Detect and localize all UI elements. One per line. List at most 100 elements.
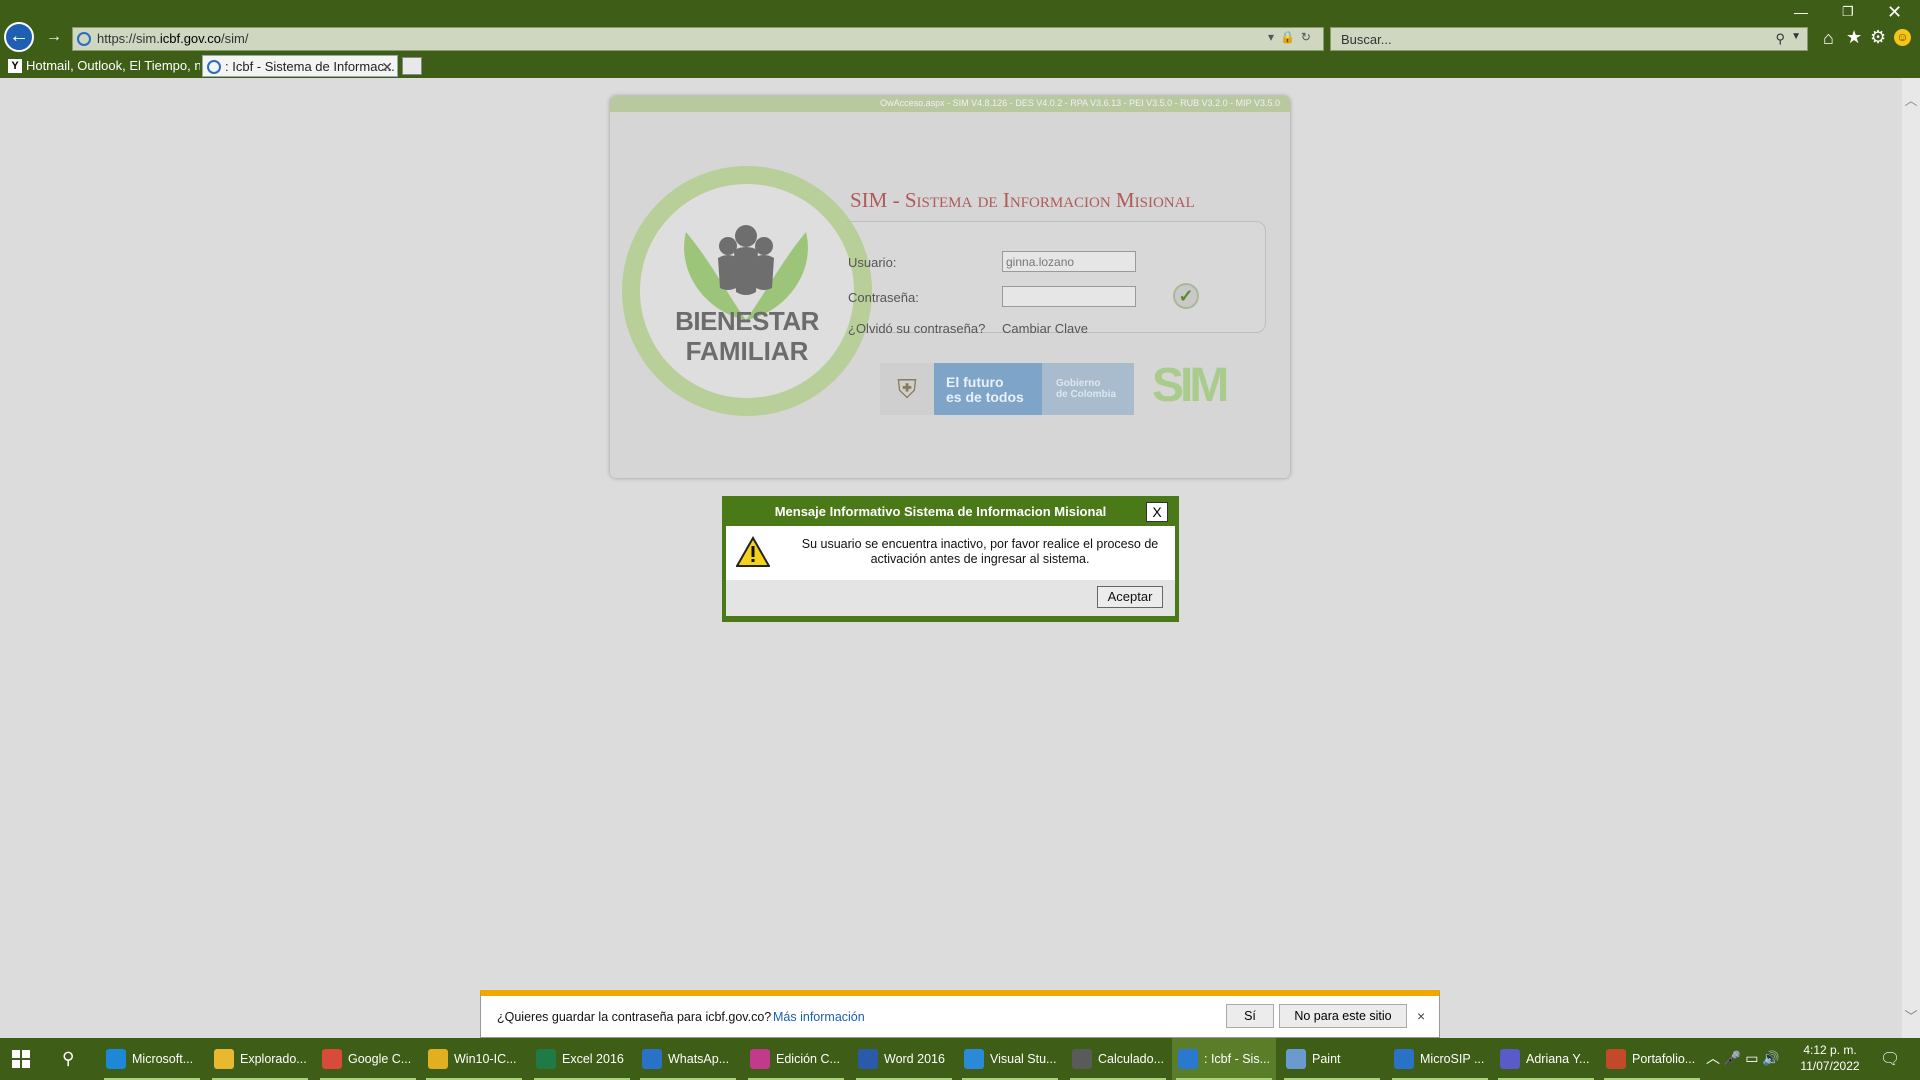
scroll-down-icon[interactable]: ﹀ — [1902, 1006, 1920, 1025]
sim-logo: SIM — [1152, 359, 1229, 412]
dialog-close-button[interactable]: X — [1146, 502, 1168, 522]
taskbar-item-label: Google C... — [348, 1052, 412, 1066]
save-yes-button[interactable]: Sí — [1226, 1004, 1274, 1028]
tab-icbf[interactable]: : Icbf - Sistema de Informac... ✕ — [202, 55, 398, 77]
search-icon[interactable]: ⚲ — [62, 1049, 74, 1069]
gear-icon[interactable]: ⚙ — [1870, 27, 1886, 48]
windows-start-icon[interactable] — [12, 1050, 30, 1068]
feedback-smile-icon[interactable]: ☺ — [1894, 29, 1911, 46]
taskbar-item-label: WhatsAp... — [668, 1052, 730, 1066]
save-password-question: ¿Quieres guardar la contraseña para icbf… — [497, 1010, 772, 1024]
search-icon[interactable]: ⚲ — [1775, 31, 1785, 47]
address-controls[interactable]: ▾🔒↻ — [1268, 30, 1317, 44]
tab-close-icon[interactable]: ✕ — [381, 56, 393, 76]
futuro-banner: El futuro es de todos — [934, 363, 1042, 415]
taskbar-item[interactable]: Paint — [1280, 1038, 1384, 1080]
taskbar-item[interactable]: : Icbf - Sis... — [1172, 1038, 1276, 1080]
paint-icon — [1286, 1049, 1306, 1069]
url-prefix: https://sim. — [97, 31, 160, 46]
taskbar-item-label: MicroSIP ... — [1420, 1052, 1485, 1066]
taskbar-item-label: : Icbf - Sis... — [1204, 1052, 1270, 1066]
tab-hotmail[interactable]: Y Hotmail, Outlook, El Tiempo, n... — [4, 55, 200, 77]
warning-icon — [736, 536, 770, 567]
password-input[interactable] — [1002, 286, 1136, 307]
clock[interactable]: 4:12 p. m. 11/07/2022 — [1800, 1042, 1860, 1074]
whatsapp-icon — [642, 1049, 662, 1069]
scroll-up-icon[interactable]: ︿ — [1902, 90, 1920, 109]
home-icon[interactable]: ⌂ — [1823, 28, 1834, 49]
notification-icon[interactable]: 🗨 — [1880, 1049, 1900, 1069]
futuro-line2: es de todos — [946, 389, 1024, 405]
chrome-icon — [322, 1049, 342, 1069]
save-password-bar: ¿Quieres guardar la contraseña para icbf… — [480, 990, 1440, 1038]
msn-icon: Y — [8, 59, 22, 73]
taskbar-item-label: Paint — [1312, 1052, 1341, 1066]
url-domain: icbf.gov.co — [159, 31, 222, 46]
taskbar-item[interactable]: WhatsAp... — [636, 1038, 740, 1080]
card-header: OwAcceso.aspx - SIM V4.8.126 - DES V4.0.… — [610, 96, 1290, 112]
search-box[interactable]: Buscar... ⚲ ▼ — [1330, 27, 1808, 51]
taskbar-item[interactable]: Explorado... — [208, 1038, 312, 1080]
taskbar-item[interactable]: Word 2016 — [852, 1038, 956, 1080]
scrollbar[interactable] — [1902, 78, 1920, 1038]
remote-icon — [428, 1049, 448, 1069]
taskbar-item-label: Portafolio... — [1632, 1052, 1696, 1066]
taskbar-item[interactable]: MicroSIP ... — [1388, 1038, 1492, 1080]
user-input[interactable] — [1002, 251, 1136, 272]
dialog-message: Su usuario se encuentra inactivo, por fa… — [801, 537, 1159, 566]
taskbar-item[interactable]: Calculado... — [1066, 1038, 1170, 1080]
taskbar-item[interactable]: Edición C... — [744, 1038, 848, 1080]
version-text: OwAcceso.aspx - SIM V4.8.126 - DES V4.0.… — [880, 98, 1280, 108]
taskbar-item[interactable]: Win10-IC... — [422, 1038, 526, 1080]
login-form — [810, 221, 1266, 333]
save-never-button[interactable]: No para este sitio — [1279, 1004, 1407, 1028]
taskbar-item-label: Visual Stu... — [990, 1052, 1057, 1066]
taskbar-item-label: Excel 2016 — [562, 1052, 624, 1066]
restore-icon[interactable]: ❐ — [1842, 4, 1854, 20]
forgot-password-link[interactable]: ¿Olvidó su contraseña? — [848, 321, 985, 336]
system-tray[interactable]: ︿ 🎤 ▭ 🔊 — [1706, 1048, 1780, 1068]
favorites-icon[interactable]: ★ — [1846, 27, 1862, 48]
accept-button[interactable]: Aceptar — [1097, 586, 1163, 608]
dialog-body: Su usuario se encuentra inactivo, por fa… — [726, 526, 1175, 580]
address-bar[interactable]: https://sim.icbf.gov.co/sim/ ▾🔒↻ — [72, 27, 1324, 51]
ie-page-icon — [207, 60, 221, 74]
taskbar-item[interactable]: Adriana Y... — [1494, 1038, 1598, 1080]
new-tab-button[interactable] — [402, 57, 422, 75]
minimize-icon[interactable]: — — [1794, 4, 1808, 20]
taskbar-item[interactable]: Portafolio... — [1600, 1038, 1704, 1080]
taskbar-item[interactable]: Excel 2016 — [530, 1038, 634, 1080]
taskbar-item[interactable]: Google C... — [316, 1038, 420, 1080]
phone-icon — [1394, 1049, 1414, 1069]
chevron-down-icon[interactable]: ▼ — [1791, 31, 1801, 42]
user-label: Usuario: — [848, 255, 897, 270]
logo-text-bienestar: BIENESTAR — [675, 306, 819, 336]
forward-button[interactable]: → — [44, 28, 64, 48]
dialog-footer: Aceptar — [726, 580, 1175, 616]
dialog-title: Mensaje Informativo Sistema de Informaci… — [774, 504, 1107, 519]
login-submit-button[interactable]: ✓ — [1173, 283, 1199, 309]
taskbar-item-label: Adriana Y... — [1526, 1052, 1590, 1066]
address-url[interactable]: https://sim.icbf.gov.co/sim/ — [97, 31, 249, 46]
gobierno-line1: Gobierno — [1056, 378, 1101, 389]
login-card: OwAcceso.aspx - SIM V4.8.126 - DES V4.0.… — [610, 96, 1290, 478]
logo-text-familiar: FAMILIAR — [685, 336, 809, 366]
clock-date: 11/07/2022 — [1800, 1059, 1860, 1073]
back-button[interactable]: ← — [4, 22, 34, 52]
tab-label: : Icbf - Sistema de Informac... — [225, 59, 395, 74]
taskbar-item[interactable]: Microsoft... — [100, 1038, 204, 1080]
close-window-icon[interactable]: ✕ — [1887, 2, 1902, 23]
taskbar-item-label: Win10-IC... — [454, 1052, 517, 1066]
folder-icon — [214, 1049, 234, 1069]
ie-page-icon — [77, 32, 91, 46]
tab-label: Hotmail, Outlook, El Tiempo, n... — [26, 58, 200, 73]
change-password-link[interactable]: Cambiar Clave — [1002, 321, 1088, 336]
taskbar-item-label: Word 2016 — [884, 1052, 945, 1066]
taskbar-item-label: Explorado... — [240, 1052, 307, 1066]
more-info-link[interactable]: Más información — [773, 1010, 865, 1024]
bar-close-icon[interactable]: × — [1417, 1008, 1425, 1024]
word-icon — [858, 1049, 878, 1069]
edit-icon — [750, 1049, 770, 1069]
taskbar-item[interactable]: Visual Stu... — [958, 1038, 1062, 1080]
taskbar-item-label: Calculado... — [1098, 1052, 1165, 1066]
